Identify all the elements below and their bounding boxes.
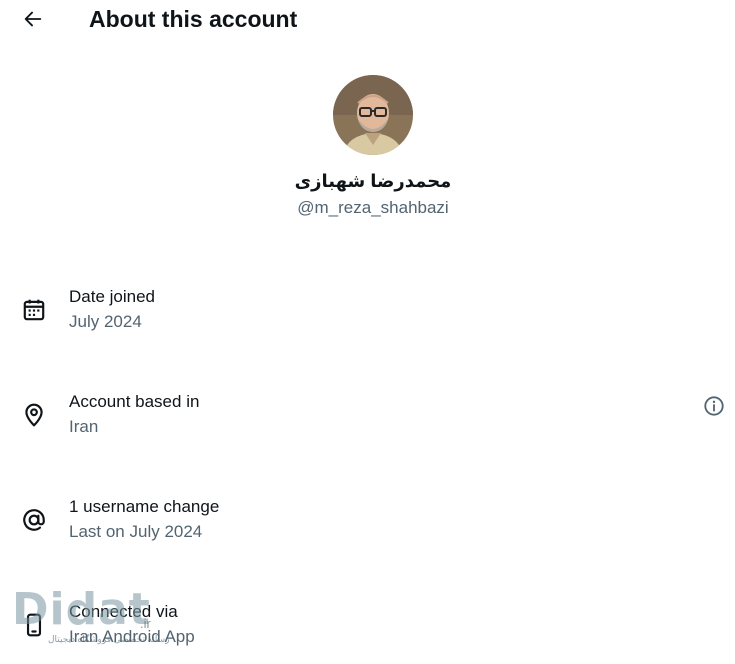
detail-label: Account based in bbox=[69, 392, 200, 411]
avatar[interactable] bbox=[333, 75, 413, 155]
detail-value: Iran bbox=[69, 417, 99, 436]
detail-label: 1 username change bbox=[69, 497, 220, 516]
info-icon bbox=[704, 396, 724, 416]
detail-value: Last on July 2024 bbox=[69, 522, 203, 541]
profile-section: محمدرضا شهبازی @m_reza_shahbazi bbox=[0, 75, 735, 219]
detail-label: Date joined bbox=[69, 287, 156, 306]
back-button[interactable] bbox=[19, 5, 47, 33]
detail-row-account-based-in: Account based in Iran bbox=[0, 391, 735, 451]
info-button[interactable] bbox=[702, 394, 726, 418]
arrow-left-icon bbox=[24, 11, 42, 27]
detail-row-connected-via: Connected via Iran Android App bbox=[0, 601, 735, 661]
username-handle: @m_reza_shahbazi bbox=[297, 198, 449, 217]
detail-label: Connected via bbox=[69, 602, 178, 621]
calendar-icon bbox=[20, 296, 48, 324]
detail-value: Iran Android App bbox=[69, 627, 195, 646]
location-pin-icon bbox=[20, 401, 48, 429]
detail-row-date-joined: Date joined July 2024 bbox=[0, 286, 735, 346]
at-sign-icon bbox=[20, 506, 48, 534]
display-name: محمدرضا شهبازی bbox=[294, 171, 452, 191]
detail-value: July 2024 bbox=[69, 312, 142, 331]
phone-icon bbox=[20, 611, 48, 639]
header-bar: About this account bbox=[0, 0, 735, 40]
detail-row-username-change: 1 username change Last on July 2024 bbox=[0, 496, 735, 556]
page-title: About this account bbox=[89, 6, 298, 32]
